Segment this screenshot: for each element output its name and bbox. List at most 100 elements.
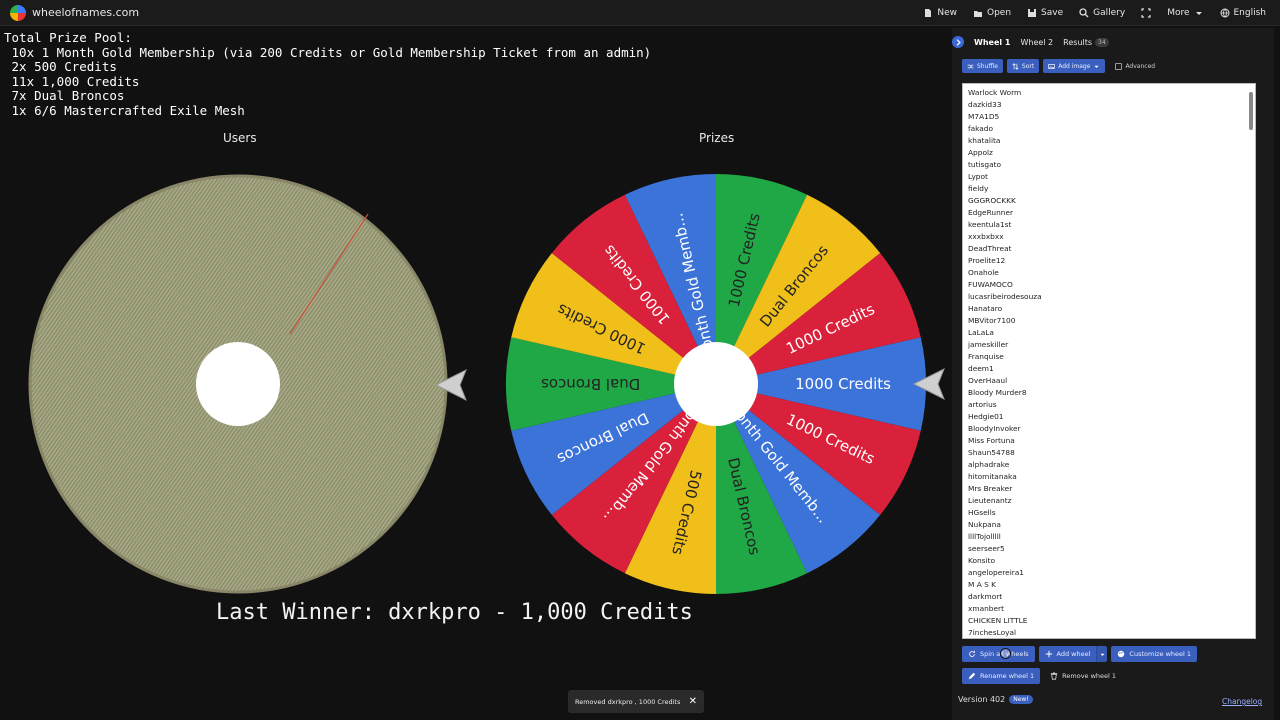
entry-item: alphadrake [968,460,1010,469]
entry-item: Hanataro [968,304,1003,313]
entry-item: llllTojolllll [968,532,1001,541]
entry-item: Miss Fortuna [968,436,1015,445]
language-button[interactable]: English [1220,8,1266,18]
gallery-button[interactable]: Gallery [1079,8,1125,18]
add-image-button[interactable]: Add image [1043,59,1106,73]
mouse-cursor [1000,648,1011,659]
entry-item: Appolz [968,148,993,157]
entry-item: Nukpana [968,520,1001,529]
entry-item: dazkid33 [968,100,1002,109]
gallery-label: Gallery [1093,8,1126,18]
entry-item: GGGROCKKK [968,196,1016,205]
entries-list: Warlock Worm dazkid33 M7A1D5 fakado khatalit… [963,84,1255,638]
entry-item: Lypot [968,172,988,181]
version-info: Version 402 New! [958,695,1033,704]
entry-item: Konsito [968,556,996,565]
rename-wheel-button[interactable]: Rename wheel 1 [962,668,1041,684]
search-icon [1079,8,1089,18]
entry-item: DeadThreat [968,244,1012,253]
entry-item: M7A1D5 [968,112,1000,121]
add-wheel-button[interactable]: Add wheel [1038,646,1097,662]
add-image-label: Add image [1058,62,1091,70]
scrollbar-thumb[interactable] [1249,92,1253,130]
chevron-right-icon [956,38,961,46]
site-name: wheelofnames.com [32,6,140,19]
last-winner-text: Last Winner: dxrkpro - 1,000 Credits [216,600,693,625]
add-wheel-label: Add wheel [1056,650,1091,658]
more-button[interactable]: More [1167,8,1203,18]
rename-wheel-label: Rename wheel 1 [980,672,1035,680]
chevron-down-icon [1100,653,1105,656]
entry-item: hitomitanaka [968,472,1017,481]
entry-item: Mrs Breaker [968,484,1013,493]
sort-label: Sort [1021,62,1035,70]
spin-all-button[interactable]: Spin all wheels [962,646,1035,662]
main-menu: New Open Save Gallery More English [923,0,1266,26]
save-label: Save [1041,8,1064,18]
entry-item: artorius [968,400,997,409]
entry-item: EdgeRunner [968,208,1014,217]
customize-wheel-button[interactable]: Customize wheel 1 [1111,646,1198,662]
entry-item: LaLaLa [968,328,994,337]
entry-item: darkmort [968,592,1003,601]
entries-scrollbar[interactable] [1249,86,1253,638]
toast-notification: Removed dxrkpro , 1000 Credits ✕ [568,690,704,713]
remove-wheel-label: Remove wheel 1 [1062,672,1117,680]
version-label: Version 402 [958,695,1006,704]
chevron-down-icon [1094,65,1100,68]
save-button[interactable]: Save [1027,8,1063,18]
entry-item: Hedgie01 [968,412,1004,421]
entry-item: Proelite12 [968,256,1006,265]
entry-item: Warlock Worm [968,88,1022,97]
entry-item: FUWAMOCO [968,280,1013,289]
results-count-badge: 34 [1095,37,1109,47]
entry-item: OverHaaul [968,376,1008,385]
pencil-icon [968,672,976,680]
trash-icon [1050,672,1058,680]
entry-item: 7inchesLoyal [968,628,1017,637]
changelog-link[interactable]: Changelog [1222,697,1262,706]
entry-item: HGsells [968,508,996,517]
fullscreen-icon [1141,8,1151,18]
plus-icon [1045,650,1052,658]
entry-item: xmanbert [968,604,1004,613]
entry-item: BloodyInvoker [968,424,1021,433]
tab-wheel-1[interactable]: Wheel 1 [974,38,1010,47]
users-wheel[interactable] [28,174,468,594]
folder-icon [973,11,982,17]
prizes-wheel[interactable]: 1000 Credits1000 Credits1 Month Gold Mem… [500,170,950,600]
chevron-down-icon [1195,12,1202,15]
entries-textbox[interactable]: Warlock Worm dazkid33 M7A1D5 fakado khatalit… [962,83,1256,639]
image-icon [1048,63,1055,69]
entry-item: seerseer5 [968,544,1005,553]
top-bar: wheelofnames.com New Open Save Gallery M… [0,0,1280,26]
entry-item: Lieutenantz [968,496,1012,505]
remove-wheel-button[interactable]: Remove wheel 1 [1044,672,1122,680]
entry-item: M A S K [968,580,997,589]
add-wheel-dropdown[interactable] [1096,646,1108,662]
open-button[interactable]: Open [973,8,1011,18]
sort-button[interactable]: Sort [1006,59,1040,73]
entry-item: deem1 [968,364,994,373]
advanced-toggle[interactable]: Advanced [1115,62,1155,70]
entry-item: khatalita [968,136,1001,145]
new-button[interactable]: New [923,8,957,18]
entry-item: xxxbxbxx [968,232,1004,241]
entry-item: keentula1st [968,220,1012,229]
brand[interactable]: wheelofnames.com [0,4,140,21]
fullscreen-button[interactable] [1141,8,1151,18]
prize-segment-label: 1000 Credits [795,375,891,393]
entry-item: angelopereira1 [968,568,1025,577]
advanced-checkbox[interactable] [1115,62,1123,70]
tab-wheel-2[interactable]: Wheel 2 [1020,38,1053,47]
collapse-panel-button[interactable] [952,36,964,48]
globe-icon [1220,8,1229,18]
users-wheel-title: Users [223,131,257,145]
save-icon [1028,9,1037,17]
toast-close-button[interactable]: ✕ [689,696,697,707]
tab-results[interactable]: Results 34 [1063,37,1109,47]
new-label: New [937,8,957,18]
shuffle-button[interactable]: Shuffle [962,59,1003,73]
shuffle-icon [967,64,974,68]
file-icon [925,9,932,17]
